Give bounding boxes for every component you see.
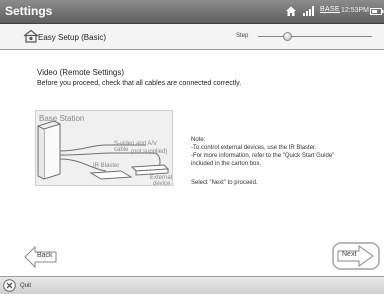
app-title: Settings [5, 4, 53, 18]
next-button[interactable]: Next [332, 242, 380, 270]
diagram-label-base-station: Base Station [39, 114, 85, 123]
page-heading: Video (Remote Settings) [37, 68, 125, 77]
note-line: -To control external devices, use the IR… [191, 145, 317, 151]
clock: 12:53PM [341, 7, 370, 14]
note-line: included in the carton box. [191, 161, 262, 167]
battery-icon [370, 8, 384, 15]
proceed-instruction: Select "Next" to proceed. [191, 180, 258, 186]
quit-icon [3, 279, 16, 292]
bottom-bar: Quit [0, 276, 384, 294]
base-status-label: BASE [320, 6, 340, 13]
step-label: Step [236, 33, 249, 39]
note-line: -For more information, refer to the "Qui… [191, 153, 335, 159]
wizard-header: Easy Setup (Basic) Step [0, 24, 384, 50]
home-icon[interactable] [285, 5, 297, 17]
back-button[interactable]: Back [24, 246, 58, 268]
diagram-label-ir-blaster: IR Blaster [93, 163, 120, 169]
easy-setup-icon [23, 29, 39, 43]
diagram-label-device: device [153, 181, 171, 187]
next-button-label: Next [342, 251, 357, 258]
note-block: Note: -To control external devices, use … [191, 136, 334, 168]
step-progress-indicator [283, 32, 293, 41]
signal-icon [303, 6, 314, 16]
quit-button[interactable]: Quit [3, 279, 47, 293]
back-button-label: Back [37, 252, 53, 259]
page-instruction: Before you proceed, check that all cable… [37, 80, 242, 87]
connection-diagram: Base Station S-video and A/V cable (not … [35, 110, 173, 187]
title-bar: Settings BASE 12:53PM [0, 0, 384, 24]
quit-label: Quit [20, 283, 32, 289]
note-line: Note: [191, 137, 206, 143]
step-progress-track [258, 36, 372, 37]
diagram-label-not-supplied: (not supplied) [131, 149, 168, 155]
wizard-title: Easy Setup (Basic) [38, 33, 107, 42]
